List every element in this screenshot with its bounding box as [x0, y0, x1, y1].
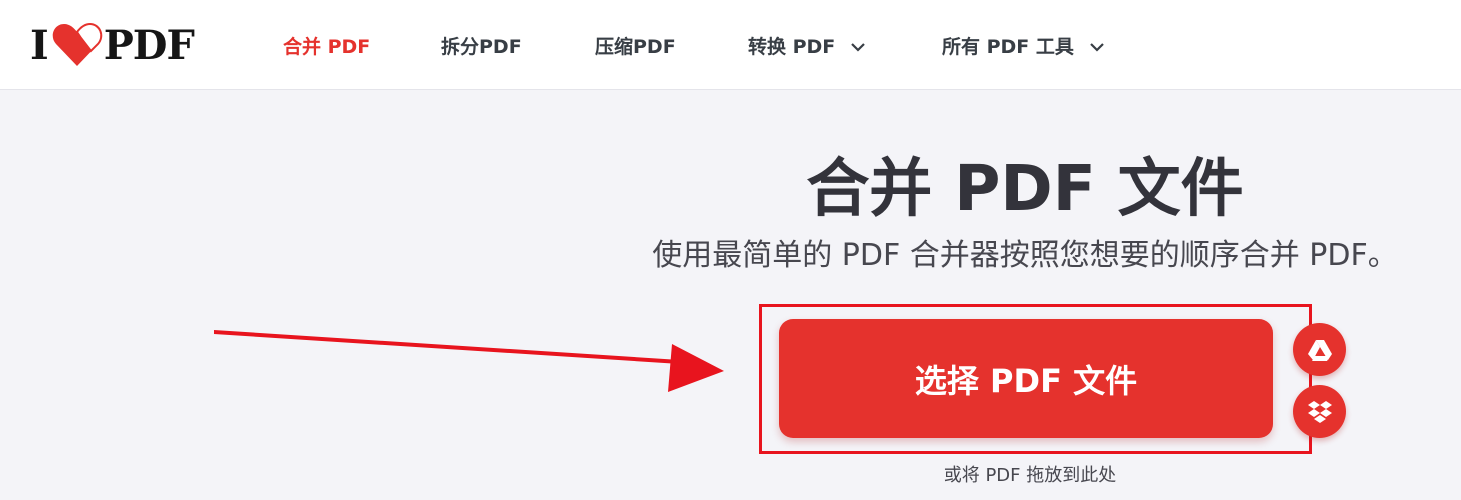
google-drive-button[interactable]: [1293, 323, 1346, 376]
nav-label: 压缩PDF: [595, 36, 676, 58]
nav-compress-pdf[interactable]: 压缩PDF: [595, 35, 676, 59]
top-header: I PDF 合并 PDF 拆分PDF 压缩PDF 转换 PDF 所有 PDF 工…: [0, 0, 1461, 90]
nav-label: 合并 PDF: [283, 36, 371, 58]
annotation-arrow-icon: [214, 330, 724, 392]
logo-letter-i: I: [30, 21, 49, 69]
nav-split-pdf[interactable]: 拆分PDF: [441, 35, 522, 59]
logo-letters-pdf: PDF: [103, 21, 195, 69]
nav-all-pdf-tools[interactable]: 所有 PDF 工具: [942, 35, 1104, 59]
nav-label: 所有 PDF 工具: [942, 36, 1074, 58]
dropbox-button[interactable]: [1293, 385, 1346, 438]
nav-merge-pdf[interactable]: 合并 PDF: [283, 35, 370, 59]
drop-hint-text: 或将 PDF 拖放到此处: [943, 465, 1117, 486]
dropbox-icon: [1307, 400, 1332, 423]
ilovepdf-logo[interactable]: I PDF: [30, 21, 195, 69]
select-button-label: 选择 PDF 文件: [914, 361, 1138, 400]
heart-icon: [52, 22, 102, 66]
select-pdf-files-button[interactable]: 选择 PDF 文件: [779, 319, 1273, 438]
page-subtitle: 使用最简单的 PDF 合并器按照您想要的顺序合并 PDF。: [652, 238, 1398, 273]
google-drive-icon: [1307, 339, 1332, 361]
page-title: 合并 PDF 文件: [806, 152, 1244, 225]
nav-label: 转换 PDF: [748, 36, 836, 58]
chevron-down-icon: [1090, 43, 1104, 52]
chevron-down-icon: [851, 43, 866, 52]
nav-convert-pdf[interactable]: 转换 PDF: [748, 35, 866, 59]
nav-label: 拆分PDF: [441, 36, 522, 58]
